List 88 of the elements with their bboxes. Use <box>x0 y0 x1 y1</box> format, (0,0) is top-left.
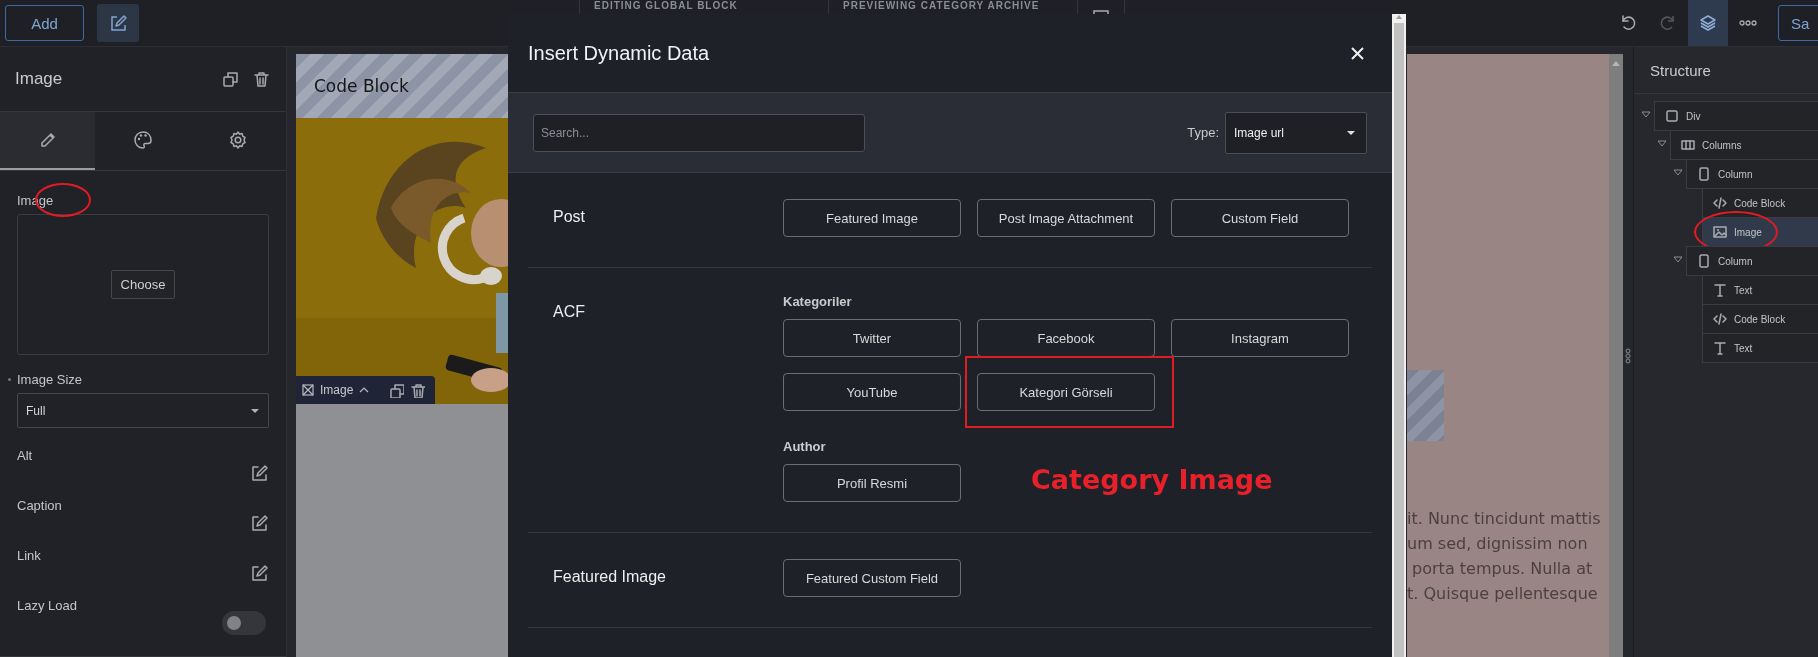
caret-icon <box>1346 129 1356 136</box>
type-select[interactable]: Image url <box>1225 111 1367 154</box>
add-button[interactable]: Add <box>5 5 84 41</box>
field-label: Image Size <box>17 372 83 387</box>
image-dropzone[interactable]: Choose <box>17 214 269 355</box>
data-option-button[interactable]: Facebook <box>977 319 1155 357</box>
tree-item[interactable]: Div <box>1654 101 1818 131</box>
edit-icon <box>108 13 128 33</box>
resize-handle-icon[interactable] <box>1625 347 1631 364</box>
layers-button[interactable] <box>1688 0 1728 46</box>
section-label: Featured Image <box>552 567 667 587</box>
element-label: Image <box>320 383 354 397</box>
data-option-button[interactable]: Profil Resmi <box>783 464 961 502</box>
section-label: ACF <box>552 302 586 322</box>
panel-title: Structure <box>1650 61 1711 79</box>
more-icon <box>1739 20 1757 26</box>
expanded-arrow-icon[interactable] <box>1673 256 1683 263</box>
group-heading: Kategoriler <box>783 294 853 309</box>
toggle-switch[interactable] <box>222 611 266 635</box>
data-option-button[interactable]: Post Image Attachment <box>977 199 1155 237</box>
rectangle-icon <box>1697 167 1711 181</box>
trash-icon[interactable] <box>253 70 270 88</box>
choose-button[interactable]: Choose <box>110 270 176 299</box>
trash-icon[interactable] <box>410 382 426 398</box>
field-label: Type: <box>1187 125 1219 140</box>
settings-icon <box>228 130 249 150</box>
data-option-button[interactable]: Kategori Görseli <box>977 373 1155 411</box>
panel-title: Image <box>15 69 64 89</box>
tree-item[interactable]: Code Block <box>1702 188 1818 218</box>
columns-icon <box>1681 138 1695 152</box>
panel-tab[interactable] <box>0 112 96 170</box>
block-title: Code Block <box>314 76 409 96</box>
placeholder-block <box>1407 370 1444 441</box>
scroll-up-icon <box>1395 14 1403 20</box>
layers-icon <box>1698 13 1718 33</box>
scroll-up-icon <box>1611 60 1621 66</box>
body-text-line: porta tempus. Nulla at <box>1411 558 1593 580</box>
data-option-button[interactable]: Instagram <box>1171 319 1349 357</box>
bullet-icon <box>8 378 11 381</box>
palette-icon <box>133 130 153 150</box>
field-label: Caption <box>17 498 62 513</box>
code-icon <box>1713 196 1727 210</box>
data-option-button[interactable]: Featured Custom Field <box>783 559 961 597</box>
body-text-line: um sed, dignissim non <box>1407 533 1588 555</box>
dialog-title: Insert Dynamic Data <box>528 41 711 65</box>
size-select[interactable]: Full <box>17 393 269 428</box>
edit-icon[interactable] <box>249 563 269 583</box>
search-field[interactable]: Search... <box>533 113 865 152</box>
copy-icon[interactable] <box>389 382 405 398</box>
tree-item[interactable]: Columns <box>1670 130 1818 160</box>
tree-item[interactable]: Text <box>1702 275 1818 305</box>
data-option-button[interactable]: Twitter <box>783 319 961 357</box>
field-label: Link <box>17 548 41 563</box>
field-label: Lazy Load <box>17 598 77 613</box>
tree-item[interactable]: Text <box>1702 333 1818 363</box>
chevron-up-icon[interactable] <box>359 387 370 393</box>
edit-icon[interactable] <box>249 513 269 533</box>
code-icon <box>1713 312 1727 326</box>
text-icon <box>1713 283 1727 297</box>
data-option-button[interactable]: Custom Field <box>1171 199 1349 237</box>
annotation-text: Category Image <box>1031 464 1273 495</box>
edit-button[interactable] <box>97 4 139 42</box>
tree-item[interactable]: Code Block <box>1702 304 1818 334</box>
scrollbar[interactable] <box>1609 54 1623 657</box>
caret-icon <box>250 407 260 414</box>
body-text-line: t. Quisque pellentesque <box>1407 583 1598 605</box>
close-icon[interactable] <box>1351 46 1364 60</box>
field-label: Alt <box>17 448 33 463</box>
scrollbar[interactable] <box>1392 14 1406 657</box>
section-label: Post <box>552 207 586 227</box>
expanded-arrow-icon[interactable] <box>1673 169 1683 176</box>
save-button[interactable]: Sa <box>1778 5 1818 41</box>
image-icon <box>1713 225 1727 239</box>
text-icon <box>1713 341 1727 355</box>
tree-item[interactable]: Column <box>1686 246 1818 276</box>
data-option-button[interactable]: YouTube <box>783 373 961 411</box>
tree-item[interactable]: Column <box>1686 159 1818 189</box>
square-icon <box>1665 109 1679 123</box>
move-icon[interactable] <box>302 384 314 396</box>
expanded-arrow-icon[interactable] <box>1641 111 1651 118</box>
tree-item[interactable]: Image <box>1702 217 1818 247</box>
edit-icon[interactable] <box>249 463 269 483</box>
group-heading: Author <box>783 439 827 454</box>
data-option-button[interactable]: Featured Image <box>783 199 961 237</box>
body-text-line: it. Nunc tincidunt mattis <box>1407 508 1601 530</box>
expanded-arrow-icon[interactable] <box>1657 140 1667 147</box>
rectangle-icon <box>1697 254 1711 268</box>
copy-icon[interactable] <box>222 70 239 88</box>
